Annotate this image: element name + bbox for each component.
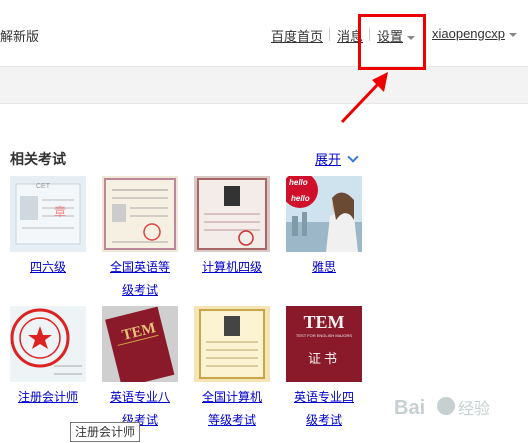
tooltip: 注册会计师 [70,422,141,442]
thumb-tem4[interactable]: TEM TEST FOR ENGLISH MAJORS 证书 [286,306,362,382]
gray-band [0,66,528,104]
thumb-cet[interactable]: 章 CET [10,176,86,252]
settings-highlight-box [358,14,426,70]
ielts-hello-text-2: hello [291,194,310,203]
exam-link-ielts[interactable]: 雅思 [279,256,369,279]
baidu-watermark-logo: Bai 经验 [392,392,512,422]
tem4-badge-text: TEM [303,312,345,332]
nav-username-menu[interactable]: xiaopengcxp [432,26,517,41]
expand-label: 展开 [315,152,342,167]
svg-text:Bai: Bai [394,397,425,419]
new-version-text[interactable]: 解新版 [0,26,39,45]
nav-separator [329,28,330,41]
tem4-subtitle-text: TEST FOR ENGLISH MAJORS [295,333,353,338]
svg-text:章: 章 [54,204,66,219]
exam-link-computer-level4[interactable]: 计算机四级 [187,256,277,279]
expand-link[interactable]: 展开 [315,149,359,168]
username-label: xiaopengcxp [432,26,505,41]
thumb-ncre[interactable] [194,306,270,382]
thumb-computer-level4[interactable] [194,176,270,252]
thumb-pets[interactable] [102,176,178,252]
exam-link-cpa[interactable]: 注册会计师 [3,386,93,409]
chevron-down-icon [347,151,359,163]
chevron-down-icon [509,32,517,37]
exam-link-tem4[interactable]: 英语专业四 级考试 [279,386,369,432]
exam-link-ncre[interactable]: 全国计算机 等级考试 [187,386,277,432]
exam-link-pets[interactable]: 全国英语等 级考试 [95,256,185,302]
thumb-cpa[interactable] [10,306,86,382]
exam-link-cet[interactable]: 四六级 [3,256,93,279]
thumb-ielts[interactable]: hello hello [286,176,362,252]
thumb-tem8[interactable]: TEM [102,306,178,382]
section-title: 相关考试 [10,151,66,167]
top-bar: 解新版 百度首页 消息 设置 xiaopengcxp [0,0,528,66]
nav-baidu-home-link[interactable]: 百度首页 [271,26,323,45]
ielts-hello-text-1: hello [289,178,308,187]
red-arrow-annotation [340,72,388,124]
tem4-cert-text: 证书 [307,352,340,367]
cet-badge-text: CET [36,183,50,190]
svg-text:经验: 经验 [458,399,490,418]
